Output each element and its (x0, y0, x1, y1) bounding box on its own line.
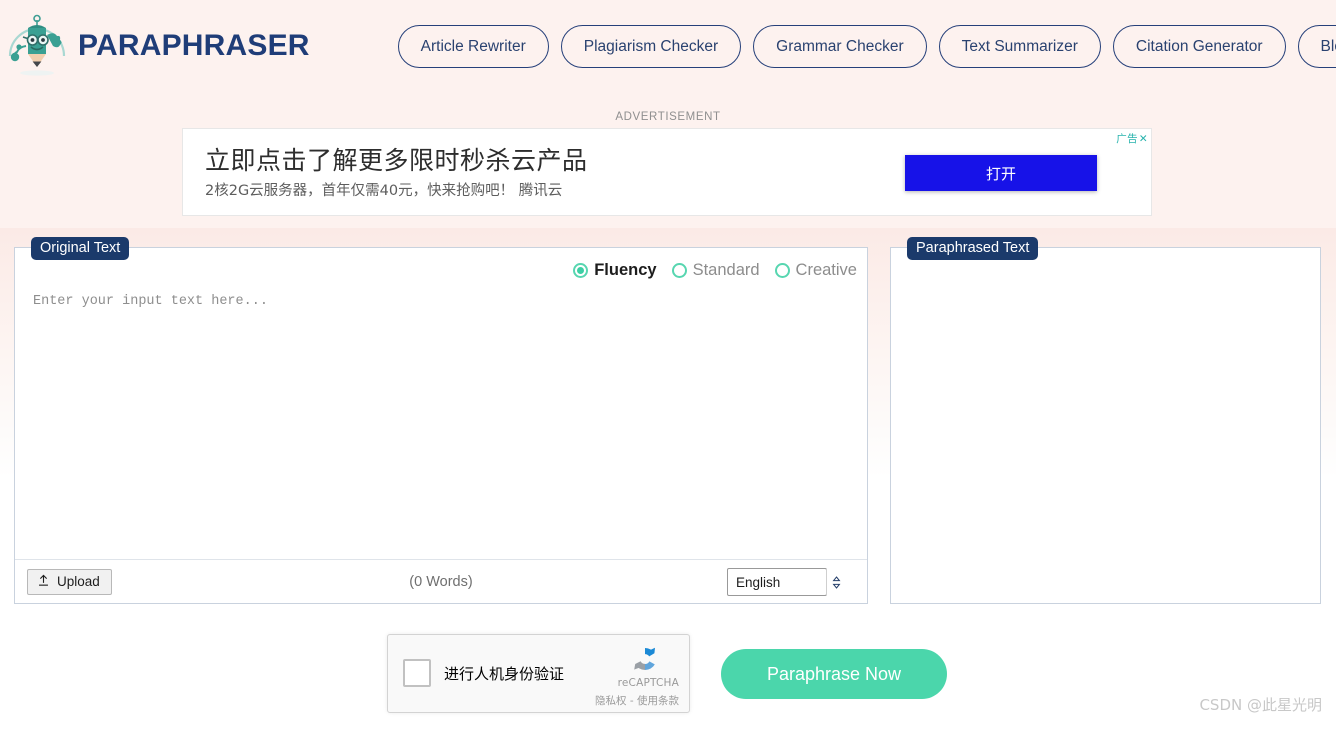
ad-tag-label: 广告 (1116, 133, 1138, 145)
recaptcha-checkbox[interactable] (403, 659, 431, 687)
ad-headline: 立即点击了解更多限时秒杀云产品 (205, 146, 588, 175)
recaptcha-widget[interactable]: 进行人机身份验证 reCAPTCHA 隐私权 - 使用条款 (387, 634, 690, 713)
advertisement-label: ADVERTISEMENT (615, 111, 721, 123)
radio-fluency-icon[interactable] (573, 263, 589, 278)
recaptcha-brand: reCAPTCHA (617, 677, 679, 689)
mode-selector: Fluency Standard Creative (573, 261, 857, 280)
paraphraser-pencil-mascot-logo-icon (4, 10, 70, 82)
ad-close-control[interactable]: 广告✕ (1116, 131, 1148, 146)
close-icon[interactable]: ✕ (1139, 133, 1148, 145)
paraphrased-text-panel: Paraphrased Text (890, 237, 1321, 604)
mode-label-fluency: Fluency (594, 261, 657, 279)
original-text-input[interactable] (15, 284, 867, 567)
paraphrase-now-button[interactable]: Paraphrase Now (721, 649, 947, 699)
recaptcha-label: 进行人机身份验证 (444, 665, 565, 683)
paraphrased-text-output[interactable] (891, 268, 1320, 603)
main-navigation: Article Rewriter Plagiarism Checker Gram… (397, 24, 1336, 68)
mode-option-standard[interactable]: Standard (671, 261, 760, 280)
upload-button-label: Upload (57, 574, 100, 589)
nav-item-blog[interactable]: Blog (1297, 24, 1336, 68)
mode-option-creative[interactable]: Creative (774, 261, 857, 280)
mode-label-standard: Standard (692, 261, 760, 279)
mode-label-creative: Creative (795, 261, 857, 279)
nav-item-plagiarism-checker[interactable]: Plagiarism Checker (560, 24, 742, 68)
upload-button[interactable]: Upload (27, 568, 112, 595)
nav-item-grammar-checker[interactable]: Grammar Checker (753, 24, 927, 68)
upload-icon (37, 574, 50, 590)
original-text-panel: Original Text Fluency Standard Creative … (14, 237, 868, 604)
brand-logo-link[interactable]: PARAPHRASER (4, 10, 310, 82)
radio-standard-icon[interactable] (671, 263, 687, 278)
original-text-badge: Original Text (31, 237, 130, 260)
nav-item-citation-generator[interactable]: Citation Generator (1112, 24, 1286, 68)
radio-creative-icon[interactable] (774, 263, 790, 278)
editor-toolbar: Upload (0 Words) English (15, 559, 867, 603)
ad-open-button[interactable]: 打开 (905, 155, 1097, 191)
nav-item-article-rewriter[interactable]: Article Rewriter (397, 24, 549, 68)
brand-name: PARAPHRASER (78, 29, 310, 62)
mode-option-fluency[interactable]: Fluency (573, 261, 657, 280)
paraphrased-text-badge: Paraphrased Text (907, 237, 1039, 260)
site-header: PARAPHRASER Article Rewriter Plagiarism … (0, 0, 1336, 92)
watermark: CSDN @此星光明 (1199, 696, 1322, 714)
nav-item-text-summarizer[interactable]: Text Summarizer (938, 24, 1101, 68)
advertisement-banner[interactable]: 立即点击了解更多限时秒杀云产品 2核2G云服务器，首年仅需40元，快来抢购吧！ … (182, 128, 1152, 216)
recaptcha-icon (629, 643, 661, 675)
language-select[interactable]: English (727, 568, 827, 596)
ad-subtitle: 2核2G云服务器，首年仅需40元，快来抢购吧！ 腾讯云 (205, 183, 563, 199)
chevron-updown-icon (826, 569, 846, 595)
recaptcha-terms[interactable]: 隐私权 - 使用条款 (595, 693, 679, 708)
